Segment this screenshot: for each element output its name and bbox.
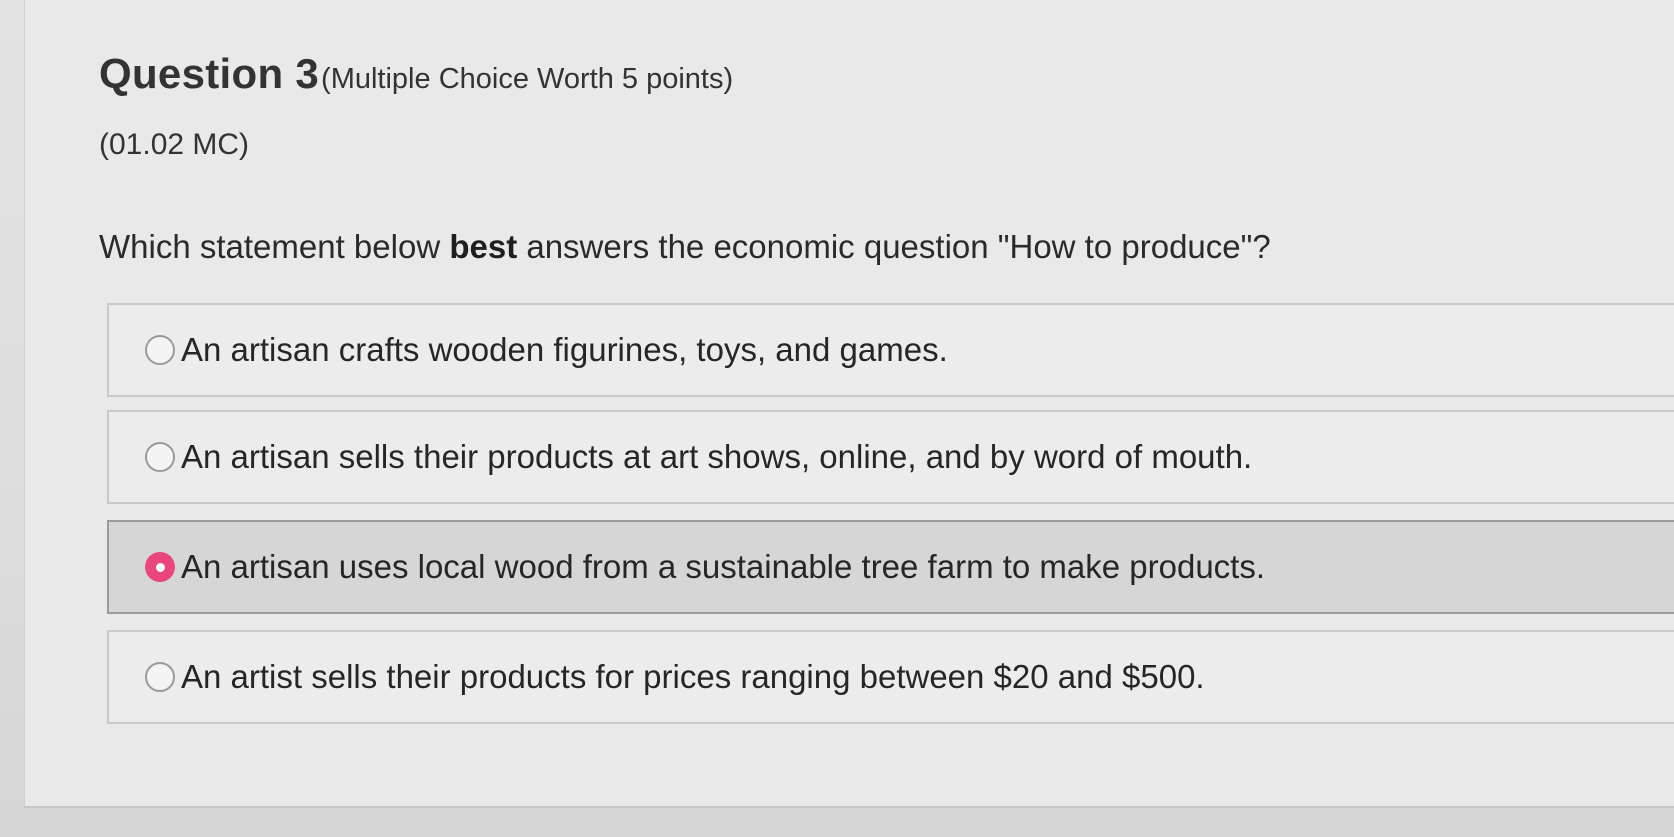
question-text-end: answers the economic question "How to pr…	[517, 228, 1271, 265]
answer-option-label: An artisan crafts wooden figurines, toys…	[181, 331, 948, 368]
page: Question 3 (Multiple Choice Worth 5 poin…	[0, 0, 1674, 837]
answer-option-label: An artisan sells their products at art s…	[181, 438, 1253, 475]
question-title: Question 3	[99, 50, 320, 97]
question-header: Question 3 (Multiple Choice Worth 5 poin…	[99, 50, 733, 98]
radio-button-2[interactable]	[145, 442, 175, 472]
question-text: Which statement below best answers the e…	[99, 228, 1271, 266]
radio-button-1[interactable]	[145, 335, 175, 365]
question-code: (01.02 MC)	[99, 128, 250, 161]
answer-option-1[interactable]: An artisan crafts wooden figurines, toys…	[107, 303, 1674, 397]
answer-option-label: An artisan uses local wood from a sustai…	[181, 548, 1266, 585]
answer-option-4[interactable]: An artist sells their products for price…	[107, 630, 1674, 724]
answer-option-3[interactable]: An artisan uses local wood from a sustai…	[107, 520, 1674, 614]
question-text-emphasis: best	[449, 228, 518, 265]
question-meta: (Multiple Choice Worth 5 points)	[321, 63, 734, 95]
radio-button-4[interactable]	[145, 662, 175, 692]
question-card: Question 3 (Multiple Choice Worth 5 poin…	[24, 0, 1674, 808]
answer-option-2[interactable]: An artisan sells their products at art s…	[107, 410, 1674, 504]
answer-option-label: An artist sells their products for price…	[181, 658, 1205, 695]
radio-button-3[interactable]	[145, 552, 175, 582]
question-text-start: Which statement below	[99, 228, 450, 265]
